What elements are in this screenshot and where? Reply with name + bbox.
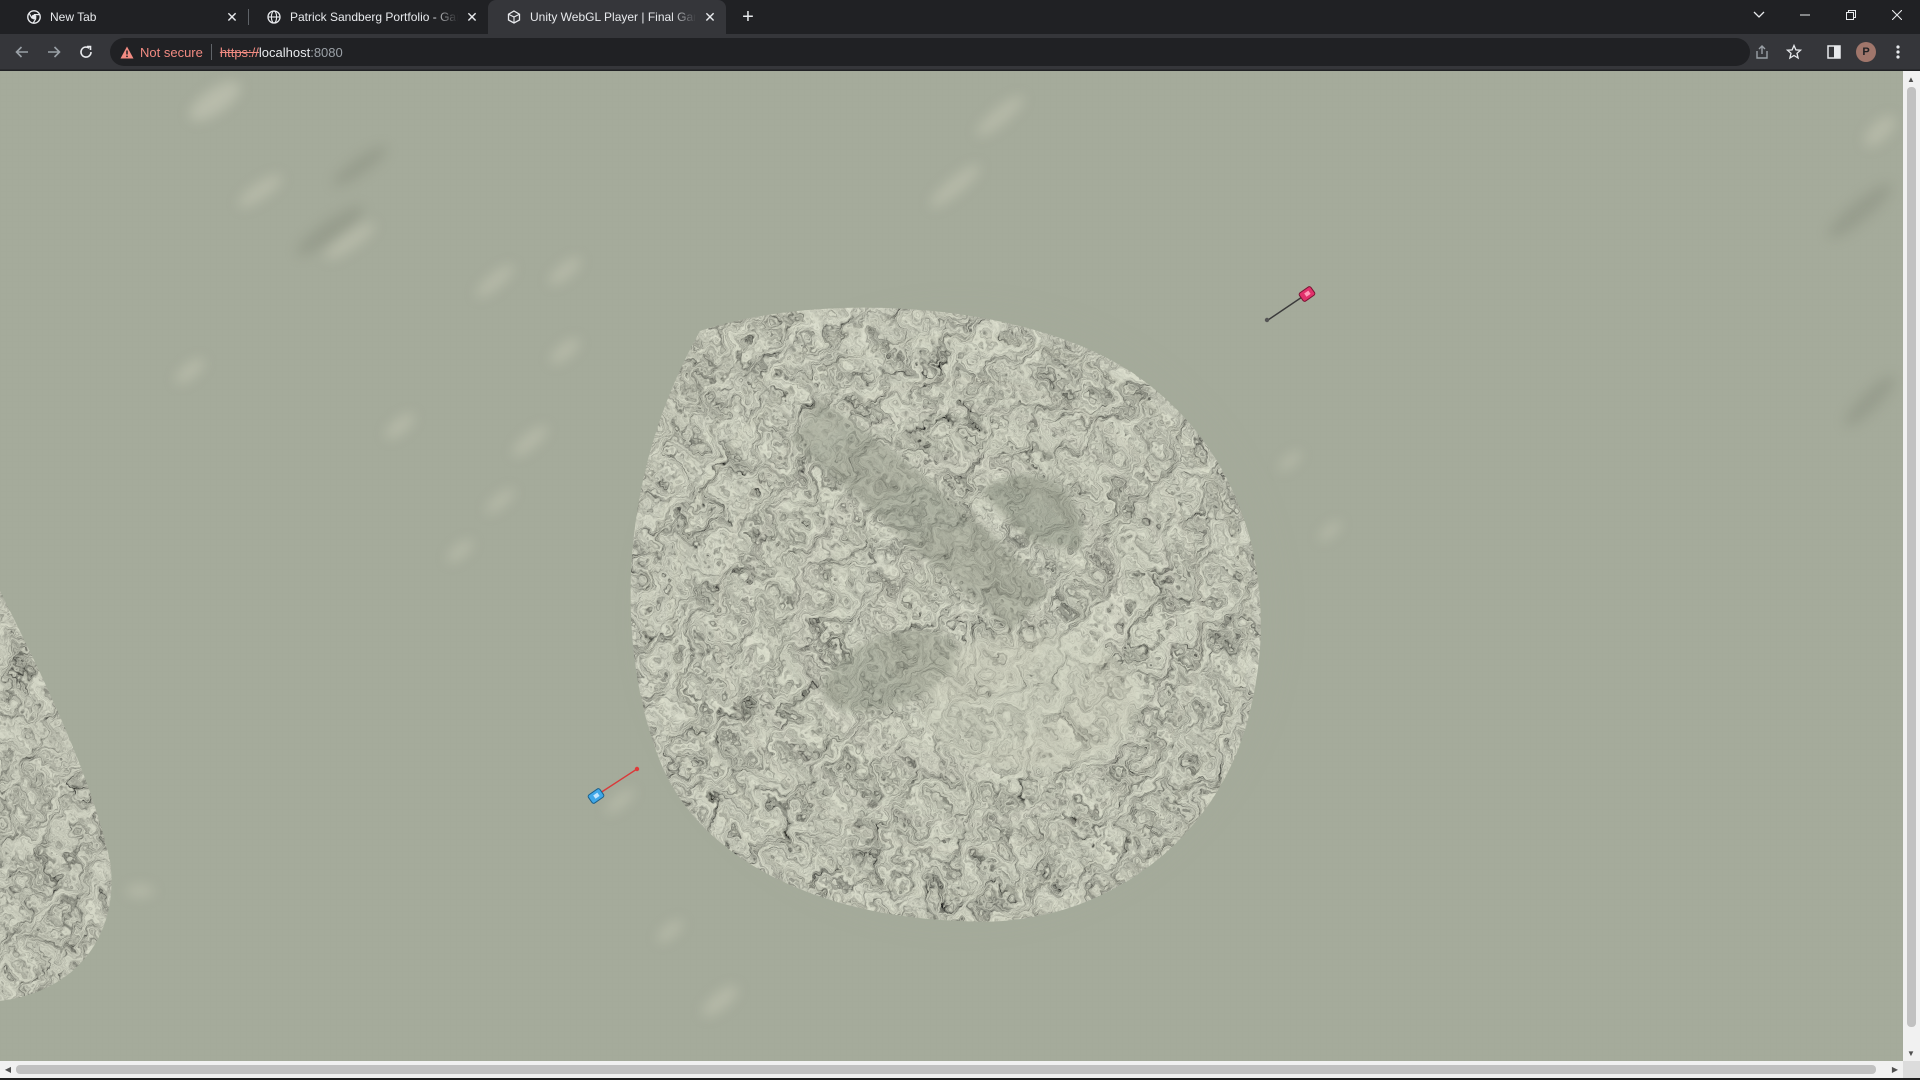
bookmark-button[interactable] — [1780, 38, 1808, 66]
scroll-up-icon[interactable]: ▲ — [1903, 71, 1919, 87]
scroll-left-icon[interactable]: ◀ — [0, 1061, 16, 1077]
close-tab-icon[interactable]: ✕ — [224, 9, 240, 25]
globe-icon — [266, 9, 282, 25]
forward-arrow-icon — [48, 46, 61, 58]
chevron-down-icon — [1753, 11, 1765, 18]
url-port: :8080 — [310, 44, 343, 60]
close-tab-icon[interactable]: ✕ — [702, 9, 718, 25]
url-host: localhost — [258, 44, 311, 60]
minimize-button[interactable] — [1782, 0, 1828, 30]
side-panel-button[interactable] — [1820, 38, 1848, 66]
star-icon — [1786, 44, 1802, 60]
horizontal-scroll-thumb[interactable] — [16, 1065, 1876, 1074]
tab-search-button[interactable] — [1736, 0, 1782, 30]
side-panel-icon — [1827, 45, 1841, 59]
security-indicator[interactable]: Not secure — [120, 45, 203, 60]
reload-icon — [80, 45, 92, 58]
tab-title: New Tab — [50, 10, 97, 24]
tab-title: Unity WebGL Player | Final Game — [530, 10, 696, 24]
horizontal-scrollbar[interactable]: ◀ ▶ — [0, 1061, 1903, 1078]
vertical-scroll-thumb[interactable] — [1907, 87, 1916, 1027]
scroll-right-icon[interactable]: ▶ — [1887, 1061, 1903, 1077]
kebab-menu-icon — [1896, 45, 1900, 59]
reload-button[interactable] — [72, 38, 100, 66]
share-button[interactable] — [1748, 38, 1776, 66]
avatar: P — [1856, 42, 1876, 62]
close-icon — [1892, 10, 1902, 20]
back-arrow-icon — [15, 46, 28, 58]
address-divider — [210, 44, 212, 60]
vertical-scrollbar[interactable]: ▲ ▼ — [1903, 71, 1920, 1061]
terrain-scene — [0, 71, 1903, 1061]
not-secure-label: Not secure — [140, 44, 203, 60]
new-tab-button[interactable]: + — [736, 5, 760, 29]
url-scheme: https:// — [219, 44, 259, 60]
close-window-button[interactable] — [1874, 0, 1920, 30]
address-bar[interactable]: Not secure https:// localhost :8080 — [110, 38, 1750, 66]
browser-toolbar: Not secure https:// localhost :8080 P — [0, 34, 1920, 70]
scrollbar-corner — [1903, 1061, 1920, 1078]
forward-button[interactable] — [40, 38, 68, 66]
profile-button[interactable]: P — [1852, 38, 1880, 66]
menu-button[interactable] — [1884, 38, 1912, 66]
minimize-icon — [1800, 14, 1810, 16]
warning-icon — [120, 46, 134, 58]
share-icon — [1756, 45, 1768, 59]
restore-icon — [1846, 10, 1856, 20]
unity-webgl-canvas[interactable] — [0, 71, 1903, 1061]
unity-icon — [506, 9, 522, 25]
close-tab-icon[interactable]: ✕ — [464, 9, 480, 25]
restore-button[interactable] — [1828, 0, 1874, 30]
tab-portfolio[interactable]: Patrick Sandberg Portfolio - Gam ✕ — [248, 0, 488, 34]
tab-unity-webgl-player[interactable]: Unity WebGL Player | Final Game ✕ — [488, 0, 726, 34]
scroll-down-icon[interactable]: ▼ — [1903, 1045, 1919, 1061]
tab-title: Patrick Sandberg Portfolio - Gam — [290, 10, 458, 24]
chrome-icon — [26, 9, 42, 25]
back-button[interactable] — [8, 38, 36, 66]
tab-new-tab[interactable]: New Tab ✕ — [8, 0, 248, 34]
tab-strip: New Tab ✕ Patrick Sandberg Portfolio - G… — [0, 0, 1920, 34]
